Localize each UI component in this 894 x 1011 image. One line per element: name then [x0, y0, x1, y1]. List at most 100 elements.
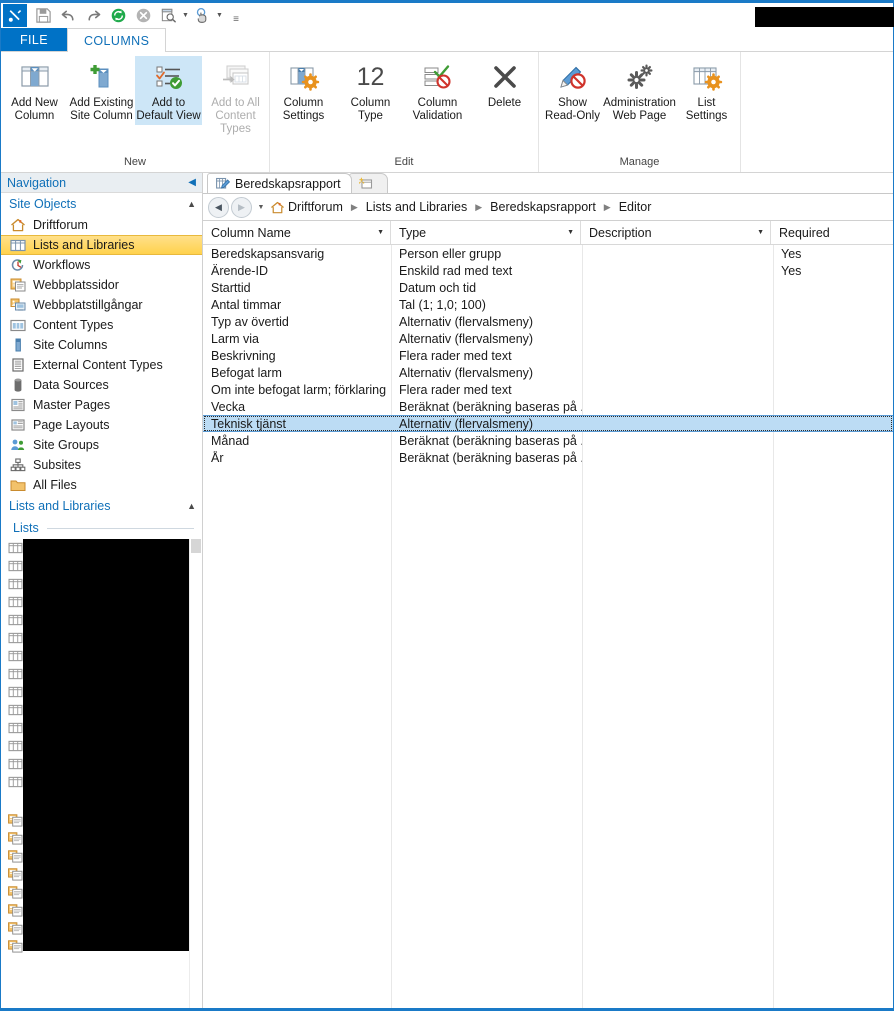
cell-column-name: Larm via: [211, 331, 259, 346]
column-type-label: Column Type: [350, 97, 391, 122]
filter-chevron-down-icon[interactable]: ▼: [757, 229, 770, 236]
table-row[interactable]: Vecka Beräknat (beräkning baseras på ...: [203, 398, 893, 415]
sidebar-item-site-groups[interactable]: Site Groups: [1, 435, 202, 455]
stop-icon[interactable]: [132, 5, 155, 27]
table-row[interactable]: Befogat larm Alternativ (flervalsmeny): [203, 364, 893, 381]
column-type-icon: 12: [357, 60, 385, 94]
grid-rows: Beredskapsansvarig Person eller grupp Yes Ä…: [203, 245, 893, 466]
grid-body: Beredskapsansvarig Person eller grupp Yes Ä…: [203, 245, 893, 1008]
doc-tab-new[interactable]: [348, 173, 388, 193]
doc-tab-beredskapsrapport[interactable]: Beredskapsrapport: [207, 173, 352, 193]
show-read-only-button[interactable]: Show Read-Only: [539, 56, 606, 125]
table-row[interactable]: Beskrivning Flera rader med text: [203, 347, 893, 364]
touch-mode-caret-icon[interactable]: [215, 5, 224, 27]
refresh-icon[interactable]: [107, 5, 130, 27]
sidebar-item-label: Workflows: [33, 258, 91, 272]
customize-quick-access-icon[interactable]: ≡: [228, 3, 244, 29]
sidebar-item-master-pages[interactable]: Master Pages: [1, 395, 202, 415]
grid-header-type[interactable]: Type ▼: [391, 221, 581, 244]
ribbon-filler: [741, 52, 893, 172]
table-row[interactable]: Typ av övertid Alternativ (flervalsmeny): [203, 313, 893, 330]
preview-in-browser-caret-icon[interactable]: [181, 5, 190, 27]
breadcrumb-home-icon[interactable]: [270, 201, 285, 214]
forward-button[interactable]: ▶: [231, 196, 252, 218]
list-settings-button[interactable]: List Settings: [673, 56, 740, 125]
table-row[interactable]: Om inte befogat larm; förklaring Flera ra…: [203, 381, 893, 398]
sidebar-item-data-sources[interactable]: Data Sources: [1, 375, 202, 395]
grid-header-label: Required: [779, 225, 830, 240]
tab-file[interactable]: FILE: [1, 28, 67, 51]
breadcrumb-item-editor[interactable]: Editor: [616, 200, 655, 214]
table-row[interactable]: Beredskapsansvarig Person eller grupp Yes: [203, 245, 893, 262]
column-settings-button[interactable]: Column Settings: [270, 56, 337, 125]
add-existing-site-column-button[interactable]: Add Existing Site Column: [68, 56, 135, 125]
table-row[interactable]: Larm via Alternativ (flervalsmeny): [203, 330, 893, 347]
add-to-all-content-types-button[interactable]: Add to All Content Types: [202, 56, 269, 138]
grid-header-column-name[interactable]: Column Name ▼: [203, 221, 391, 244]
sidebar-item-lists-and-libraries[interactable]: Lists and Libraries: [1, 235, 202, 255]
table-row[interactable]: Ärende-ID Enskild rad med text Yes: [203, 262, 893, 279]
filter-chevron-down-icon[interactable]: ▼: [377, 229, 390, 236]
sidebar-item-subsites[interactable]: Subsites: [1, 455, 202, 475]
sidebar-item-external-content-types[interactable]: External Content Types: [1, 355, 202, 375]
sidebar-item-page-layouts[interactable]: Page Layouts: [1, 415, 202, 435]
sidebar-item-content-types[interactable]: Content Types: [1, 315, 202, 335]
tab-columns[interactable]: COLUMNS: [67, 28, 167, 52]
preview-in-browser-icon[interactable]: [157, 5, 180, 27]
add-to-all-content-types-label: Add to All Content Types: [211, 97, 260, 135]
table-row[interactable]: Antal timmar Tal (1; 1,0; 100): [203, 296, 893, 313]
sidebar-item-label: Driftforum: [33, 218, 88, 232]
column-validation-button[interactable]: Column Validation: [404, 56, 471, 125]
sidebar-item-all-files[interactable]: All Files: [1, 475, 202, 495]
cell-column-name: Beskrivning: [211, 348, 276, 363]
show-read-only-label: Show Read-Only: [545, 97, 600, 122]
recent-locations-icon[interactable]: ▼: [254, 204, 268, 211]
list-settings-icon: [691, 60, 723, 94]
filter-chevron-down-icon[interactable]: ▼: [567, 229, 580, 236]
list-editor-icon: [216, 177, 230, 190]
undo-icon[interactable]: [57, 5, 80, 27]
add-to-all-content-types-icon: [220, 60, 252, 94]
column-type-button[interactable]: 12 Column Type: [337, 56, 404, 125]
sidebar-item-workflows[interactable]: Workflows: [1, 255, 202, 275]
nav-section-lists-and-libraries[interactable]: Lists and Libraries ▲: [1, 495, 202, 517]
table-row[interactable]: Månad Beräknat (beräkning baseras på ...: [203, 432, 893, 449]
sidebar-item-label: Site Groups: [33, 438, 100, 452]
delete-label: Delete: [487, 97, 522, 109]
table-row[interactable]: Starttid Datum och tid: [203, 279, 893, 296]
back-button[interactable]: ◀: [208, 196, 229, 218]
save-icon[interactable]: [32, 5, 55, 27]
nav-scrollbar-thumb[interactable]: [191, 539, 201, 553]
chevron-up-icon[interactable]: ▲: [187, 501, 196, 511]
redo-icon[interactable]: [82, 5, 105, 27]
touch-mode-icon[interactable]: [191, 5, 214, 27]
chevron-up-icon[interactable]: ▲: [187, 199, 196, 209]
grid-header-required[interactable]: Required: [771, 221, 891, 244]
grid-header-description[interactable]: Description ▼: [581, 221, 771, 244]
cell-column-name: Ärende-ID: [211, 263, 268, 278]
add-to-default-view-button[interactable]: Add to Default View: [135, 56, 202, 125]
nav-section-site-objects[interactable]: Site Objects ▲: [1, 193, 202, 215]
breadcrumb-item-beredskapsrapport[interactable]: Beredskapsrapport: [487, 200, 599, 214]
sidebar-item-label: External Content Types: [33, 358, 163, 372]
add-new-column-button[interactable]: Add New Column: [1, 56, 68, 125]
sidebar-item-webbplatssidor[interactable]: Webbplatssidor: [1, 275, 202, 295]
collapse-navigation-icon[interactable]: ◀: [188, 177, 196, 188]
sidebar-item-site-columns[interactable]: Site Columns: [1, 335, 202, 355]
cell-type: Person eller grupp: [399, 246, 502, 261]
administration-web-page-button[interactable]: Administration Web Page: [603, 56, 676, 125]
sidebar-item-driftforum[interactable]: Driftforum: [1, 215, 202, 235]
site-pages-icon: [7, 277, 29, 293]
list-icon: [6, 630, 24, 646]
table-row[interactable]: Teknisk tjänst Alternativ (flervalsmeny): [203, 415, 893, 432]
breadcrumb-item-driftforum[interactable]: Driftforum: [285, 200, 346, 214]
cell-type: Beräknat (beräkning baseras på ...: [399, 433, 582, 448]
app-menu-icon[interactable]: [3, 4, 27, 27]
table-row[interactable]: År Beräknat (beräkning baseras på ...: [203, 449, 893, 466]
sidebar-item-label: Site Columns: [33, 338, 108, 352]
cell-required: Yes: [781, 263, 802, 278]
delete-button[interactable]: Delete: [471, 56, 538, 112]
breadcrumb-item-lists-and-libraries[interactable]: Lists and Libraries: [363, 200, 470, 214]
sidebar-item-webbplatstillgangar[interactable]: Webbplatstillgångar: [1, 295, 202, 315]
nav-scrollbar[interactable]: [189, 539, 202, 1008]
